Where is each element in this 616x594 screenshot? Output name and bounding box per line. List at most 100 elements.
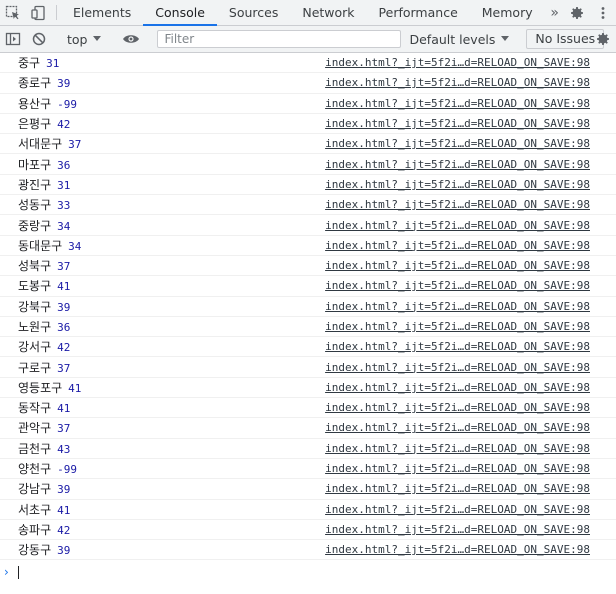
log-message: 강남구 39 bbox=[0, 480, 70, 497]
source-link[interactable]: index.html?_ijt=5f2i…d=RELOAD_ON_SAVE:98 bbox=[325, 340, 590, 353]
console-log-row: 마포구 36 index.html?_ijt=5f2i…d=RELOAD_ON_SA… bbox=[0, 154, 616, 175]
log-message: 용산구 -99 bbox=[0, 95, 77, 112]
log-message: 마포구 36 bbox=[0, 156, 70, 173]
source-link[interactable]: index.html?_ijt=5f2i…d=RELOAD_ON_SAVE:98 bbox=[325, 401, 590, 414]
log-number: 34 bbox=[57, 219, 71, 233]
tab-sources[interactable]: Sources bbox=[217, 0, 290, 25]
console-log-row: 중구 31 index.html?_ijt=5f2i…d=RELOAD_ON_SAV… bbox=[0, 53, 616, 74]
filter-input[interactable] bbox=[157, 30, 402, 48]
log-number: 39 bbox=[57, 300, 71, 314]
log-number: 37 bbox=[57, 260, 71, 274]
console-log-row: 서대문구 37 index.html?_ijt=5f2i…d=RELOAD_ON_S… bbox=[0, 134, 616, 155]
log-message: 성북구 37 bbox=[0, 257, 70, 274]
source-link[interactable]: index.html?_ijt=5f2i…d=RELOAD_ON_SAVE:98 bbox=[325, 56, 590, 69]
source-link[interactable]: index.html?_ijt=5f2i…d=RELOAD_ON_SAVE:98 bbox=[325, 259, 590, 272]
district-name: 동대문구 bbox=[18, 238, 63, 253]
device-toolbar-icon[interactable] bbox=[26, 0, 52, 25]
show-sidebar-icon[interactable] bbox=[0, 31, 26, 47]
district-name: 성동구 bbox=[18, 198, 52, 213]
district-name: 도봉구 bbox=[18, 279, 52, 294]
log-message: 도봉구 41 bbox=[0, 277, 70, 294]
log-number: 39 bbox=[57, 483, 71, 497]
log-number: 41 bbox=[57, 503, 71, 517]
log-number: 36 bbox=[57, 321, 71, 334]
source-link[interactable]: index.html?_ijt=5f2i…d=RELOAD_ON_SAVE:98 bbox=[325, 462, 590, 475]
district-name: 금천구 bbox=[18, 441, 52, 456]
log-number: 37 bbox=[57, 361, 71, 375]
log-number: 33 bbox=[57, 199, 71, 213]
inspect-element-icon[interactable] bbox=[0, 0, 26, 25]
district-name: 강동구 bbox=[18, 543, 52, 558]
log-message: 서초구 41 bbox=[0, 501, 70, 518]
log-number: 42 bbox=[57, 341, 71, 355]
log-number: 42 bbox=[57, 118, 71, 132]
kebab-menu-icon[interactable] bbox=[590, 5, 616, 21]
source-link[interactable]: index.html?_ijt=5f2i…d=RELOAD_ON_SAVE:98 bbox=[325, 239, 590, 252]
log-number: 41 bbox=[57, 280, 71, 294]
log-number: 41 bbox=[57, 402, 71, 416]
tab-elements[interactable]: Elements bbox=[61, 0, 143, 25]
console-log-row: 강남구 39 index.html?_ijt=5f2i…d=RELOAD_ON_SA… bbox=[0, 479, 616, 500]
tab-network[interactable]: Network bbox=[290, 0, 366, 25]
console-log-row: 중랑구 34 index.html?_ijt=5f2i…d=RELOAD_ON_SA… bbox=[0, 215, 616, 236]
source-link[interactable]: index.html?_ijt=5f2i…d=RELOAD_ON_SAVE:98 bbox=[325, 158, 590, 171]
source-link[interactable]: index.html?_ijt=5f2i…d=RELOAD_ON_SAVE:98 bbox=[325, 523, 590, 536]
log-number: 39 bbox=[57, 77, 71, 91]
source-link[interactable]: index.html?_ijt=5f2i…d=RELOAD_ON_SAVE:98 bbox=[325, 97, 590, 110]
source-link[interactable]: index.html?_ijt=5f2i…d=RELOAD_ON_SAVE:98 bbox=[325, 300, 590, 313]
source-link[interactable]: index.html?_ijt=5f2i…d=RELOAD_ON_SAVE:98 bbox=[325, 543, 590, 556]
console-log-row: 양천구 -99 index.html?_ijt=5f2i…d=RELOAD_ON_S… bbox=[0, 459, 616, 480]
district-name: 양천구 bbox=[18, 462, 52, 477]
source-link[interactable]: index.html?_ijt=5f2i…d=RELOAD_ON_SAVE:98 bbox=[325, 178, 590, 191]
district-name: 종로구 bbox=[18, 76, 52, 91]
settings-gear-icon[interactable] bbox=[564, 5, 590, 21]
log-levels-label: Default levels bbox=[409, 31, 496, 47]
log-message: 강동구 39 bbox=[0, 541, 70, 558]
log-number: 41 bbox=[68, 381, 82, 395]
district-name: 구로구 bbox=[18, 360, 52, 375]
console-settings-gear-icon[interactable] bbox=[590, 31, 616, 47]
tab-console[interactable]: Console bbox=[143, 0, 217, 26]
source-link[interactable]: index.html?_ijt=5f2i…d=RELOAD_ON_SAVE:98 bbox=[325, 137, 590, 150]
log-message: 송파구 42 bbox=[0, 521, 70, 538]
text-caret bbox=[18, 565, 19, 579]
source-link[interactable]: index.html?_ijt=5f2i…d=RELOAD_ON_SAVE:98 bbox=[325, 421, 590, 434]
log-number: 31 bbox=[46, 57, 60, 71]
tab-memory[interactable]: Memory bbox=[470, 0, 545, 25]
source-link[interactable]: index.html?_ijt=5f2i…d=RELOAD_ON_SAVE:98 bbox=[325, 320, 590, 333]
console-log-row: 용산구 -99 index.html?_ijt=5f2i…d=RELOAD_ON_S… bbox=[0, 94, 616, 114]
district-name: 송파구 bbox=[18, 522, 52, 537]
log-levels-dropdown[interactable]: Default levels bbox=[401, 32, 517, 47]
console-log-row: 광진구 31 index.html?_ijt=5f2i…d=RELOAD_ON_SA… bbox=[0, 175, 616, 196]
context-selector[interactable]: top bbox=[61, 32, 109, 47]
source-link[interactable]: index.html?_ijt=5f2i…d=RELOAD_ON_SAVE:98 bbox=[325, 219, 590, 232]
tab-label: Memory bbox=[481, 5, 533, 20]
district-name: 서초구 bbox=[18, 502, 52, 517]
source-link[interactable]: index.html?_ijt=5f2i…d=RELOAD_ON_SAVE:98 bbox=[325, 482, 590, 495]
source-link[interactable]: index.html?_ijt=5f2i…d=RELOAD_ON_SAVE:98 bbox=[325, 76, 590, 89]
console-prompt[interactable]: › bbox=[0, 560, 616, 584]
log-number: 37 bbox=[68, 138, 82, 152]
log-number: 37 bbox=[57, 422, 71, 436]
log-message: 노원구 36 bbox=[0, 318, 70, 335]
log-number: -99 bbox=[57, 97, 77, 111]
live-expression-eye-icon[interactable] bbox=[118, 31, 144, 47]
clear-console-icon[interactable] bbox=[26, 31, 52, 47]
source-link[interactable]: index.html?_ijt=5f2i…d=RELOAD_ON_SAVE:98 bbox=[325, 198, 590, 211]
console-log-row: 관악구 37 index.html?_ijt=5f2i…d=RELOAD_ON_SA… bbox=[0, 418, 616, 439]
source-link[interactable]: index.html?_ijt=5f2i…d=RELOAD_ON_SAVE:98 bbox=[325, 117, 590, 130]
tab-label: Performance bbox=[378, 5, 458, 20]
tab-label: Network bbox=[302, 5, 355, 20]
source-link[interactable]: index.html?_ijt=5f2i…d=RELOAD_ON_SAVE:98 bbox=[325, 361, 590, 374]
log-message: 광진구 31 bbox=[0, 176, 70, 193]
tab-performance[interactable]: Performance bbox=[367, 0, 470, 25]
caret-down-icon bbox=[501, 36, 510, 42]
source-link[interactable]: index.html?_ijt=5f2i…d=RELOAD_ON_SAVE:98 bbox=[325, 381, 590, 394]
district-name: 관악구 bbox=[18, 421, 52, 436]
source-link[interactable]: index.html?_ijt=5f2i…d=RELOAD_ON_SAVE:98 bbox=[325, 279, 590, 292]
source-link[interactable]: index.html?_ijt=5f2i…d=RELOAD_ON_SAVE:98 bbox=[325, 442, 590, 455]
log-message: 구로구 37 bbox=[0, 359, 70, 376]
source-link[interactable]: index.html?_ijt=5f2i…d=RELOAD_ON_SAVE:98 bbox=[325, 503, 590, 516]
prompt-chevron-icon: › bbox=[4, 565, 9, 580]
console-log-row: 강서구 42 index.html?_ijt=5f2i…d=RELOAD_ON_SA… bbox=[0, 337, 616, 358]
